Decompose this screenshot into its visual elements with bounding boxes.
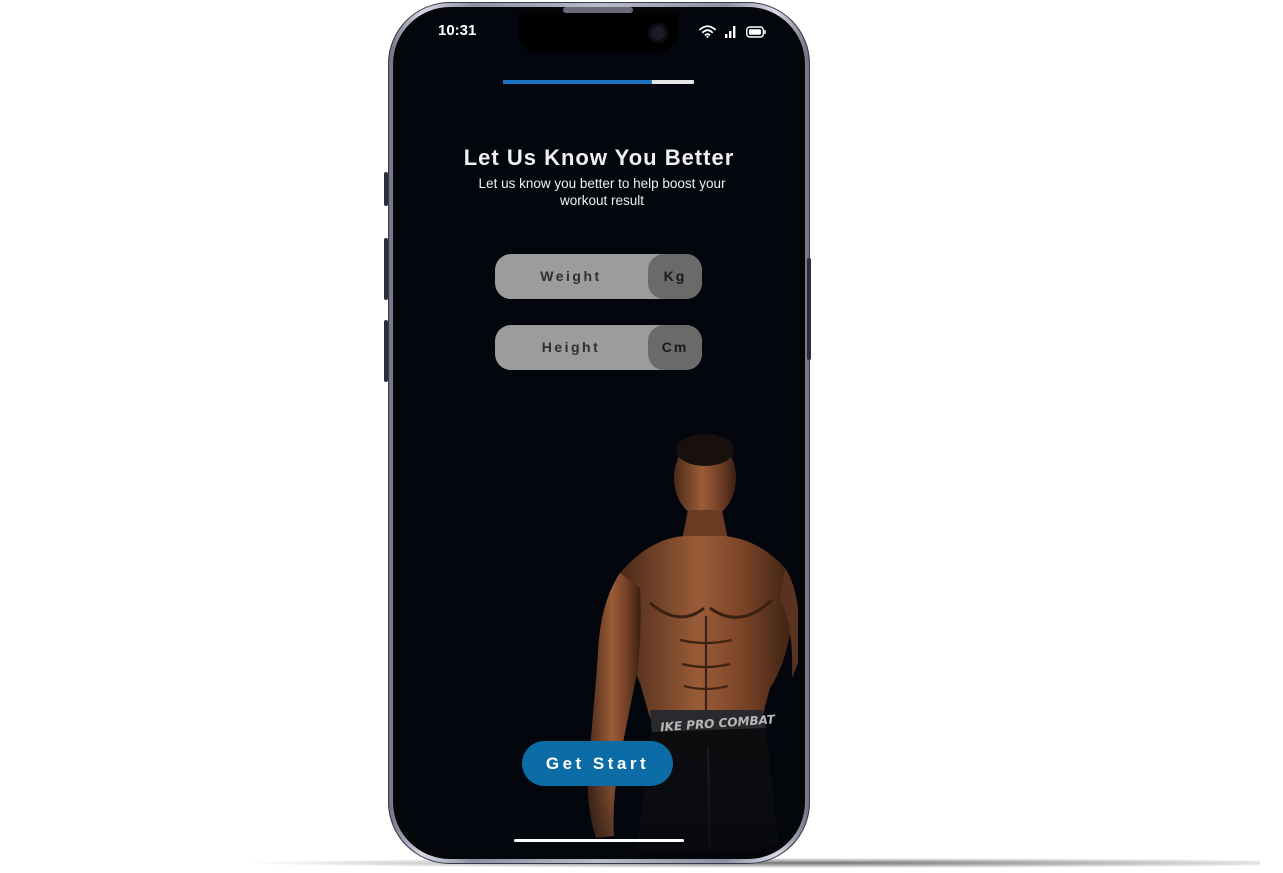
page-subtitle: Let us know you better to help boost you… — [478, 176, 726, 208]
volume-down-button — [384, 320, 388, 382]
height-field[interactable]: Height Cm — [495, 325, 702, 370]
home-indicator[interactable] — [514, 839, 684, 842]
status-time: 10:31 — [438, 22, 477, 39]
page-title: Let Us Know You Better — [463, 145, 735, 170]
app-screen: 10:31 Let Us Know You Better Let us know… — [400, 13, 798, 851]
progress-fill — [503, 80, 652, 84]
get-start-button[interactable]: Get Start — [522, 741, 673, 786]
weight-unit-selector[interactable]: Kg — [648, 254, 702, 299]
weight-field[interactable]: Weight Kg — [495, 254, 702, 299]
power-button — [807, 258, 811, 360]
front-camera-icon — [648, 23, 668, 43]
signal-icon — [725, 25, 737, 43]
battery-icon — [746, 25, 766, 43]
status-icons — [699, 25, 766, 43]
volume-up-button — [384, 238, 388, 300]
height-unit-selector[interactable]: Cm — [648, 325, 702, 370]
mute-switch — [384, 172, 388, 206]
onboarding-progress-bar — [503, 80, 694, 84]
notch — [518, 13, 678, 53]
athlete-hero-image: IKE PRO COMBAT — [580, 428, 798, 851]
weight-label: Weight — [540, 268, 602, 284]
height-label: Height — [541, 339, 601, 355]
wifi-icon — [699, 25, 716, 43]
